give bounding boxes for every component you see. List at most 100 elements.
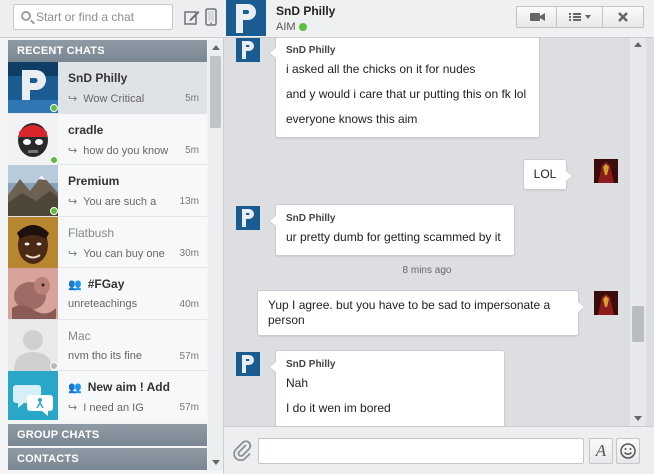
message-text: everyone knows this aim xyxy=(286,112,418,126)
chat-row-snd-philly[interactable]: SnD Philly ↪ Wow Critical 5m xyxy=(8,62,207,114)
video-camera-icon xyxy=(530,13,545,21)
message-bubble-outgoing: Yup I agree. but you have to be sad to i… xyxy=(257,290,585,336)
search-toolbar xyxy=(0,0,224,38)
group-icon: 👥 xyxy=(68,279,82,291)
chat-time: 57m xyxy=(179,402,199,413)
conversation-status: AIM xyxy=(276,21,307,33)
options-menu-button[interactable] xyxy=(557,7,603,27)
video-call-button[interactable] xyxy=(517,7,557,27)
chat-time: 40m xyxy=(179,299,199,310)
chat-name: 👥 New aim ! Add xyxy=(68,380,170,394)
message-text: LOL xyxy=(533,167,557,181)
search-icon xyxy=(21,11,31,21)
reply-icon: ↪ xyxy=(68,93,78,105)
chat-name: 👥 #FGay xyxy=(68,277,125,291)
message-text: ur pretty dumb for getting scammed by it xyxy=(286,230,501,244)
chat-name: SnD Philly xyxy=(68,71,128,85)
message-scrollbar[interactable] xyxy=(630,38,646,426)
scroll-up-icon[interactable] xyxy=(212,45,220,50)
reply-icon: ↪ xyxy=(68,196,78,208)
conversation-pane: SnD Philly AIM SnD Philly i asked all th… xyxy=(224,0,654,474)
reply-icon: ↪ xyxy=(68,402,78,414)
recent-chats-header[interactable]: RECENT CHATS xyxy=(8,40,207,62)
chat-preview: unreteachings xyxy=(68,298,138,310)
compose-button[interactable] xyxy=(184,8,200,26)
pencil-icon xyxy=(184,11,200,25)
chat-time: 5m xyxy=(185,93,199,104)
chat-row-mac[interactable]: Mac nvm tho its fine 57m xyxy=(8,319,207,371)
chat-row-fgay[interactable]: 👥 #FGay unreteachings 40m xyxy=(8,268,207,320)
search-box[interactable] xyxy=(13,4,173,30)
message-bubble-incoming: SnD Philly Nah I do it wen im bored xyxy=(269,350,505,426)
chat-time: 57m xyxy=(179,350,199,362)
sender-avatar xyxy=(236,352,260,376)
search-input[interactable] xyxy=(36,7,170,27)
message-composer: A xyxy=(224,426,654,474)
online-indicator xyxy=(50,207,58,215)
font-style-button[interactable]: A xyxy=(589,438,613,464)
chat-row-premium[interactable]: Premium ↪ You are such a 13m xyxy=(8,165,207,217)
group-chats-header[interactable]: GROUP CHATS xyxy=(8,424,207,446)
online-indicator xyxy=(50,155,58,164)
message-text: and y would i care that ur putting this … xyxy=(286,87,527,101)
chat-row-cradle[interactable]: cradle ↪ how do you know 5m xyxy=(8,113,207,165)
message-text: I do it wen im bored xyxy=(286,401,391,415)
message-text: Yup I agree. but you have to be sad to i… xyxy=(268,298,551,327)
chat-row-new-aim[interactable]: 👥 New aim ! Add ↪ I need an IG 57m xyxy=(8,371,207,420)
recent-chats-list: SnD Philly ↪ Wow Critical 5m cradle ↪ how … xyxy=(8,62,207,420)
attach-button[interactable] xyxy=(232,439,252,462)
online-status-icon xyxy=(298,23,307,31)
message-bubble-outgoing: LOL xyxy=(523,159,573,190)
own-avatar xyxy=(594,159,618,183)
scroll-thumb[interactable] xyxy=(210,56,221,128)
scroll-down-icon[interactable] xyxy=(212,460,220,465)
chat-time: 5m xyxy=(185,144,199,156)
contacts-header[interactable]: CONTACTS xyxy=(8,448,207,470)
message-bubble-incoming: SnD Philly i asked all the chicks on it … xyxy=(269,38,540,138)
chat-time: 30m xyxy=(179,247,199,259)
sender-avatar xyxy=(236,206,260,230)
conversation-header: SnD Philly AIM xyxy=(224,0,654,38)
close-icon xyxy=(618,12,628,22)
aim-group-icon xyxy=(8,371,58,420)
chat-time: 13m xyxy=(179,196,199,207)
close-conversation-button[interactable] xyxy=(603,7,643,27)
message-bubble-incoming: SnD Philly ur pretty dumb for getting sc… xyxy=(269,204,515,256)
message-text: i asked all the chicks on it for nudes xyxy=(286,62,476,76)
phone-icon xyxy=(205,8,217,26)
chat-preview: ↪ Wow Critical xyxy=(68,93,145,105)
chat-list-pane: RECENT CHATS SnD Philly ↪Wow Critical 5m xyxy=(0,0,224,474)
avatar xyxy=(8,268,58,319)
avatar xyxy=(8,216,58,268)
message-timestamp: 8 mins ago xyxy=(402,265,452,276)
list-menu-icon xyxy=(569,13,591,21)
chat-preview: nvm tho its fine xyxy=(68,349,142,362)
message-text: Nah xyxy=(286,376,309,390)
scroll-thumb[interactable] xyxy=(632,306,644,342)
chat-row-flatbush[interactable]: Flatbush ↪ You can buy one 30m xyxy=(8,216,207,268)
paperclip-icon xyxy=(233,440,252,462)
message-input[interactable] xyxy=(258,438,584,464)
chat-preview: ↪ You are such a xyxy=(68,196,157,208)
message-sender: SnD Philly xyxy=(286,359,336,370)
avatar xyxy=(8,371,58,420)
mobile-button[interactable] xyxy=(205,8,221,26)
emoji-button[interactable] xyxy=(616,438,640,464)
scroll-down-icon[interactable] xyxy=(634,416,642,421)
conversation-avatar[interactable] xyxy=(226,0,266,36)
chat-preview: ↪ how do you know xyxy=(68,144,169,157)
chat-preview: ↪ I need an IG xyxy=(68,402,144,414)
conversation-name: SnD Philly xyxy=(276,4,336,18)
chat-list-scrollbar[interactable] xyxy=(208,40,223,470)
conversation-controls xyxy=(516,6,644,28)
chat-name: cradle xyxy=(68,122,104,137)
smiley-icon xyxy=(620,443,636,459)
own-avatar xyxy=(594,291,618,315)
message-sender: SnD Philly xyxy=(286,213,336,224)
message-sender: SnD Philly xyxy=(286,45,336,56)
scroll-up-icon[interactable] xyxy=(634,42,642,47)
group-icon: 👥 xyxy=(68,382,82,394)
offline-indicator xyxy=(50,361,58,370)
chat-name: Flatbush xyxy=(68,225,115,240)
reply-icon: ↪ xyxy=(68,144,78,157)
